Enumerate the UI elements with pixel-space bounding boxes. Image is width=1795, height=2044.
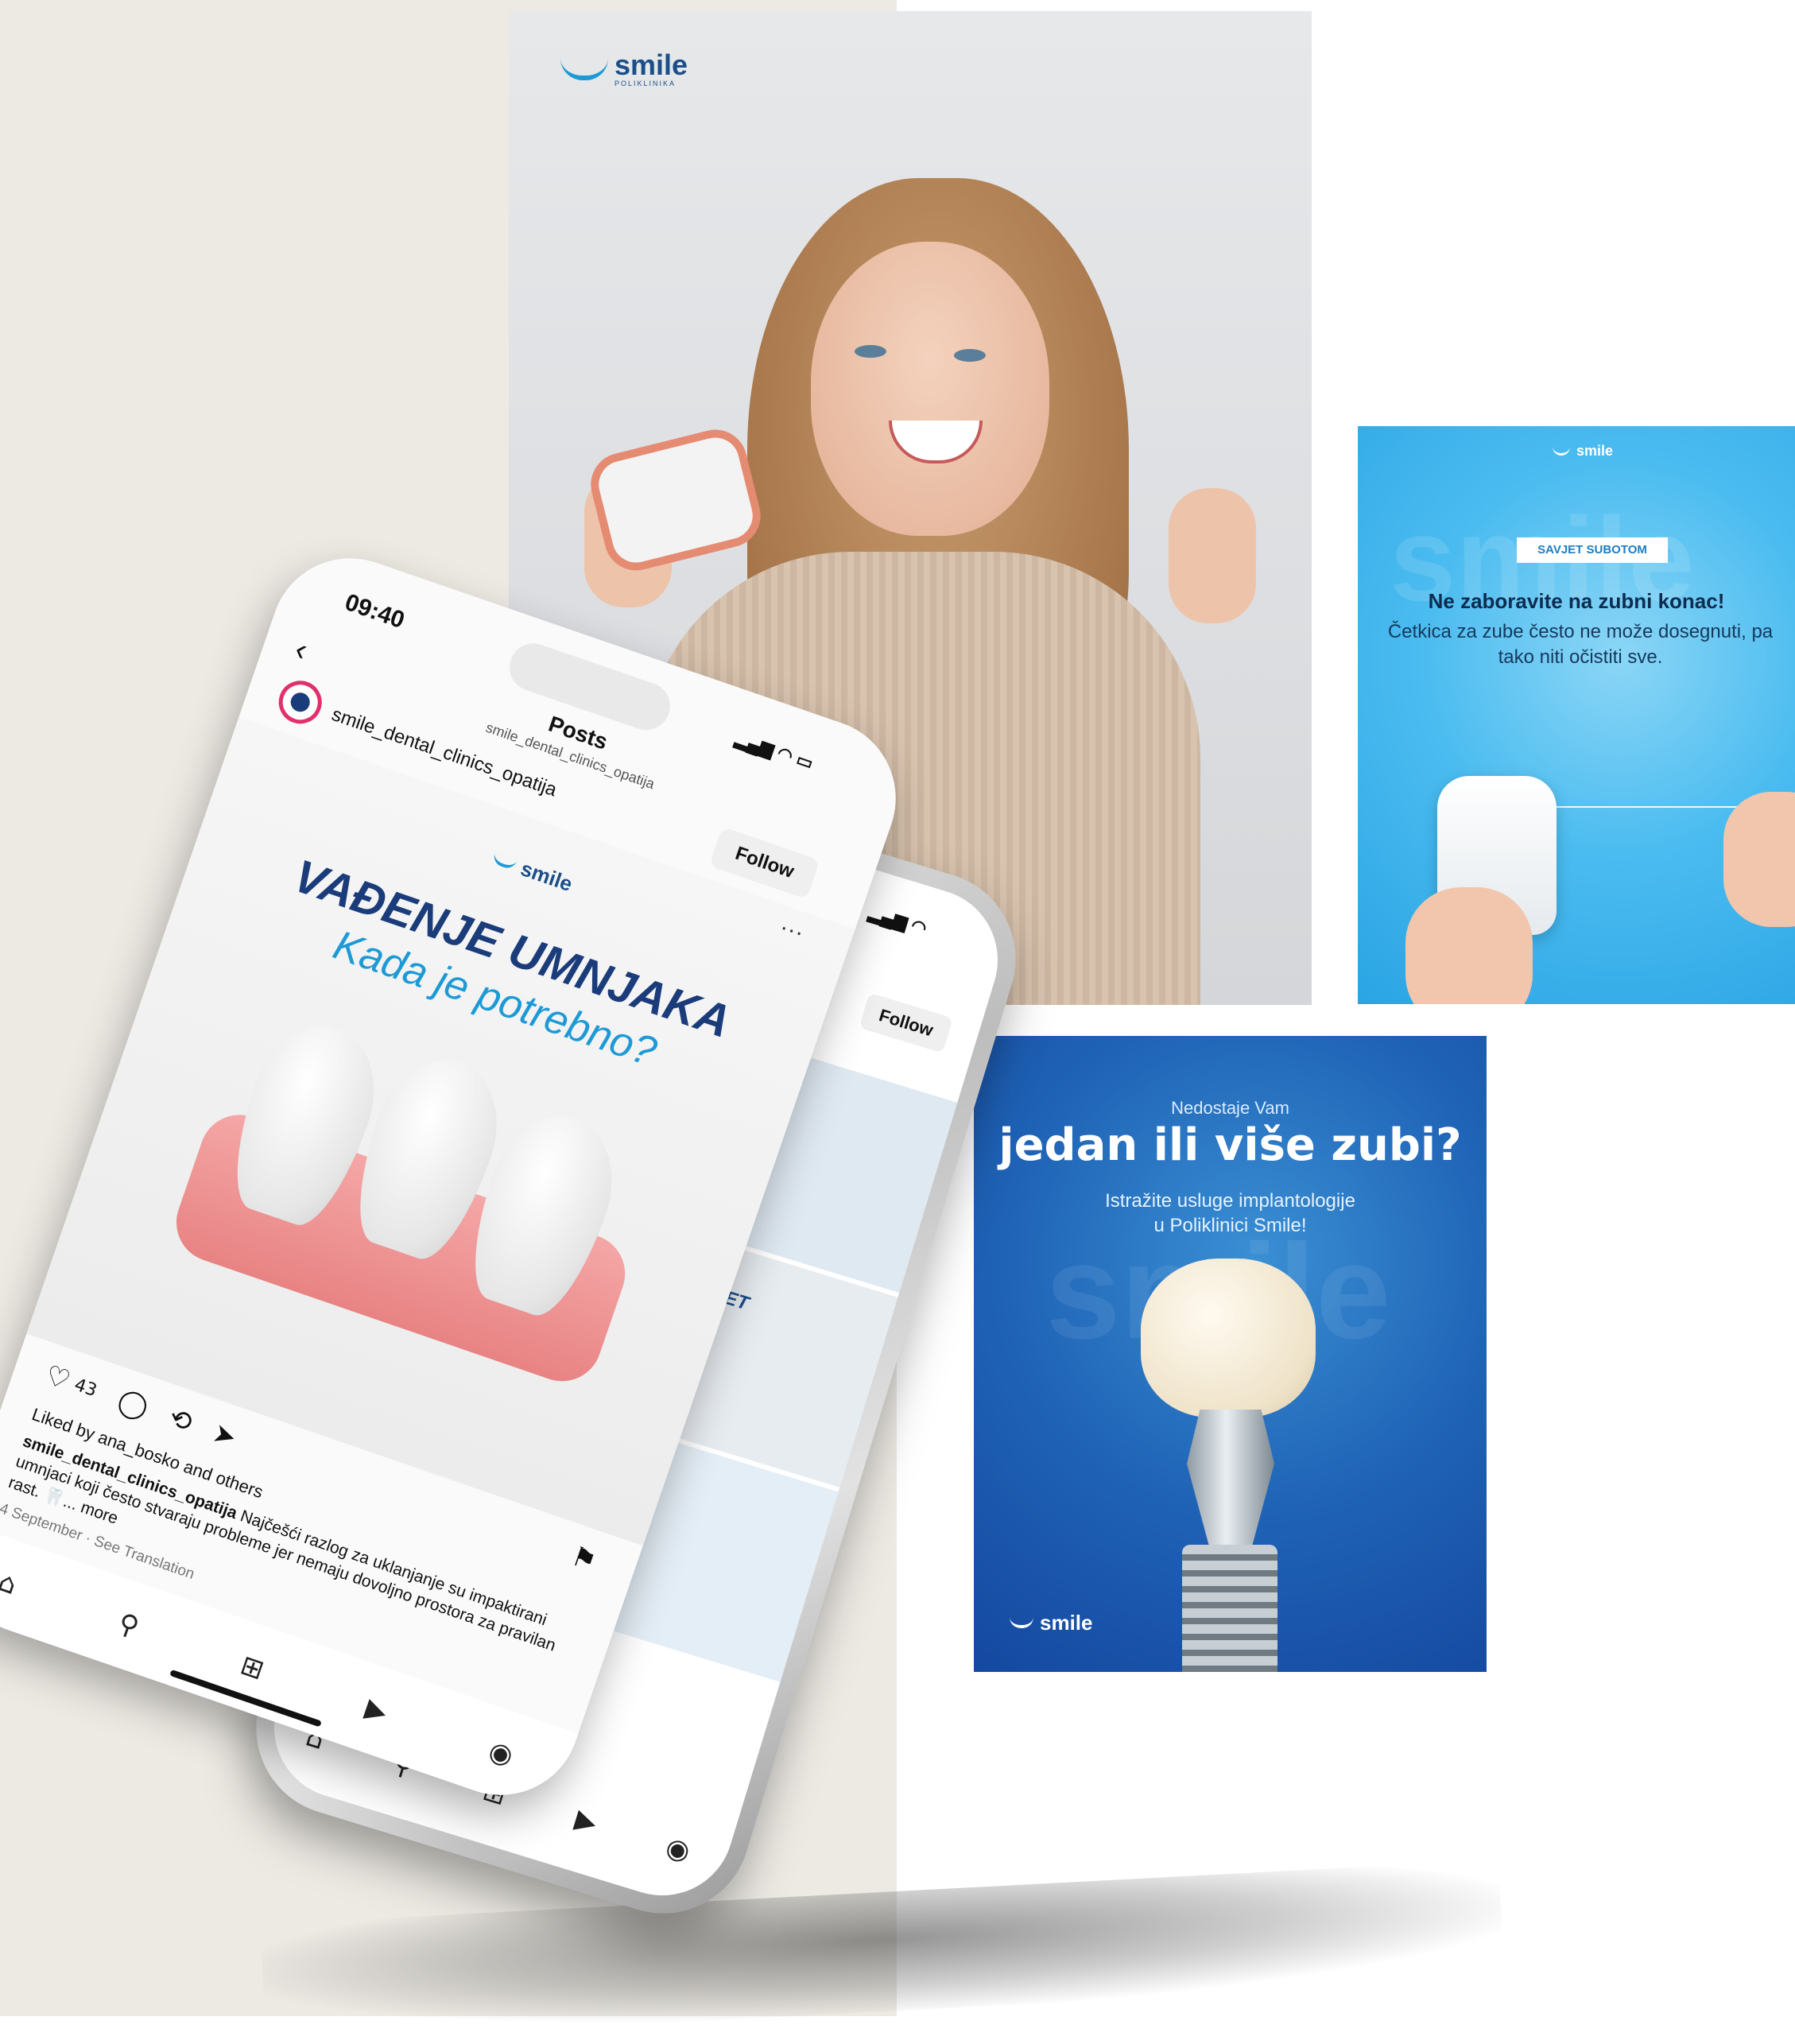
- implant-ad-subtitle-line: u Poliklinici Smile!: [1153, 1215, 1307, 1237]
- floss-ad-logo: smile: [1553, 444, 1613, 458]
- search-icon[interactable]: ⚲: [114, 1607, 143, 1643]
- logo-text: smile: [1576, 443, 1614, 459]
- logo-swoosh-icon: [560, 58, 608, 80]
- more-options-icon[interactable]: ···: [776, 913, 808, 947]
- reels-icon[interactable]: ▶: [362, 1692, 392, 1728]
- status-icons: ▂▄▆ ◠ ▭: [733, 727, 816, 774]
- logo-text: smile: [1040, 1611, 1093, 1635]
- implant-ad-subtitle-line: Istražite usluge implantologije: [1105, 1190, 1355, 1212]
- floss-ad: smile smile SAVJET SUBOTOM Ne zaboravite…: [1358, 426, 1795, 1004]
- avatar[interactable]: [273, 674, 328, 730]
- follow-button[interactable]: Follow: [859, 992, 954, 1053]
- bookmark-icon[interactable]: ⚑: [568, 1540, 601, 1578]
- implant-ad-subtitle: Istražite usluge implantologije u Polikl…: [974, 1189, 1487, 1238]
- implant-abutment-image: [1187, 1410, 1274, 1545]
- repost-icon[interactable]: ⟲: [165, 1402, 196, 1439]
- floss-ad-tag: SAVJET SUBOTOM: [1517, 537, 1668, 563]
- profile-icon[interactable]: ◉: [662, 1831, 694, 1868]
- like-count: 43: [72, 1375, 100, 1401]
- model-face: [811, 242, 1049, 536]
- implant-ad-pretitle: Nedostaje Vam: [1171, 1098, 1289, 1118]
- dental-model-braces: [583, 423, 768, 577]
- model-eye: [954, 349, 986, 362]
- implant-ad-logo: smile: [1010, 1612, 1093, 1633]
- floss-ad-title: Ne zaboravite na zubni konac!: [1428, 589, 1725, 613]
- reels-icon[interactable]: ▶: [572, 1803, 601, 1840]
- logo-text: smile: [518, 856, 576, 897]
- logo-swoosh-icon: [1553, 447, 1570, 456]
- like-icon[interactable]: ♡: [41, 1359, 75, 1397]
- status-time: 09:40: [341, 588, 409, 634]
- model-eye: [855, 345, 886, 358]
- back-arrow-icon[interactable]: ‹: [290, 631, 312, 669]
- implant-crown-image: [1141, 1259, 1316, 1418]
- implant-screw-image: [1182, 1545, 1277, 1672]
- hand-image: [1405, 887, 1533, 1004]
- share-icon[interactable]: ➤: [209, 1417, 241, 1454]
- floss-ad-body: Četkica za zube često ne može dosegnuti,…: [1387, 621, 1774, 669]
- status-icons: ▂▄▆ ◠: [866, 902, 929, 939]
- implant-ad-title: jedan ili više zubi?: [998, 1119, 1462, 1171]
- logo-swoosh-icon: [1010, 1617, 1033, 1628]
- home-icon[interactable]: ⌂: [0, 1565, 21, 1601]
- add-post-icon[interactable]: ⊞: [236, 1649, 268, 1686]
- comment-icon[interactable]: ◯: [114, 1384, 153, 1424]
- logo-swoosh-icon: [490, 852, 518, 871]
- model-hand: [1169, 488, 1256, 623]
- hand-image: [1723, 792, 1795, 927]
- post-logo: smile: [490, 848, 576, 897]
- profile-icon[interactable]: ◉: [485, 1735, 518, 1772]
- implant-ad: smile Nedostaje Vam jedan ili više zubi?…: [974, 1036, 1487, 1672]
- poster-logo: smile POLIKLINIKA: [560, 51, 688, 87]
- logo-text: smile: [614, 48, 688, 81]
